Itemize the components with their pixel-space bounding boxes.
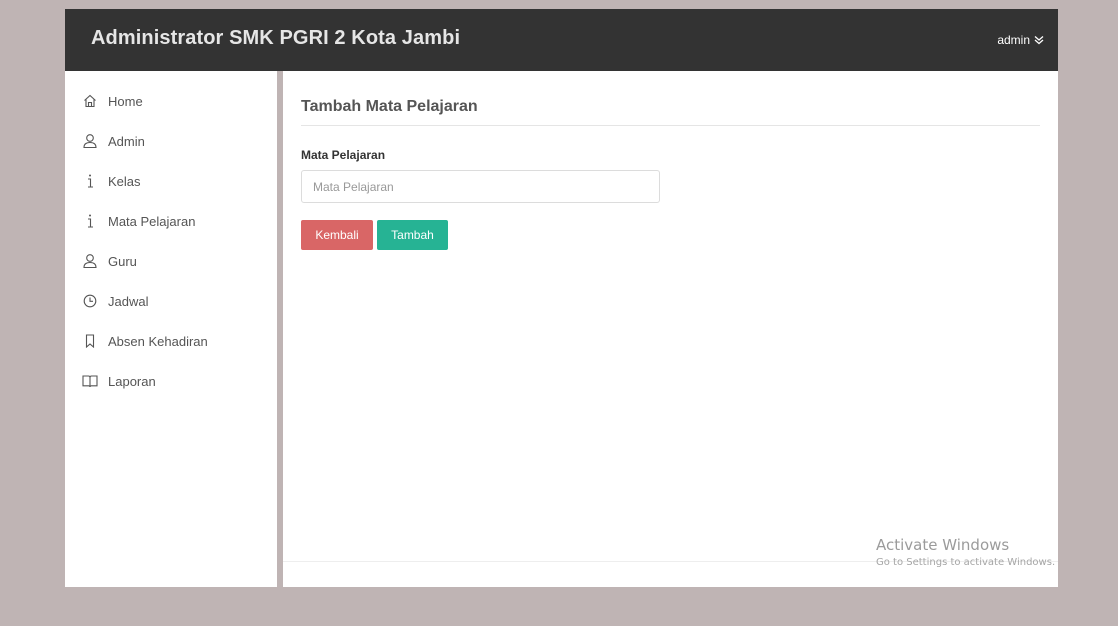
info-icon — [82, 173, 98, 189]
sidebar-item-home[interactable]: Home — [82, 91, 143, 111]
back-button[interactable]: Kembali — [301, 220, 373, 250]
info-icon — [82, 213, 98, 229]
user-menu[interactable]: admin — [997, 33, 1044, 47]
user-icon — [82, 133, 98, 149]
title-divider — [301, 125, 1040, 126]
sidebar-item-laporan[interactable]: Laporan — [82, 371, 156, 391]
sidebar-item-label: Guru — [108, 253, 137, 269]
chevron-double-down-icon — [1034, 35, 1044, 45]
sidebar-item-absen-kehadiran[interactable]: Absen Kehadiran — [82, 331, 208, 351]
user-menu-label: admin — [997, 33, 1030, 47]
sidebar-item-label: Laporan — [108, 373, 156, 389]
app-title: Administrator SMK PGRI 2 Kota Jambi — [91, 27, 461, 49]
sidebar-item-label: Jadwal — [108, 293, 149, 309]
mata-pelajaran-label: Mata Pelajaran — [301, 148, 386, 162]
clock-icon — [82, 293, 98, 309]
home-icon — [82, 93, 98, 109]
sidebar-item-mata-pelajaran[interactable]: Mata Pelajaran — [82, 211, 195, 231]
sidebar: Home Admin Kelas Mata Pelajaran Guru Jad… — [65, 71, 277, 587]
sidebar-item-kelas[interactable]: Kelas — [82, 171, 141, 191]
sidebar-item-label: Absen Kehadiran — [108, 333, 208, 349]
top-navbar: Administrator SMK PGRI 2 Kota Jambi admi… — [65, 9, 1058, 71]
page-title: Tambah Mata Pelajaran — [301, 98, 478, 115]
sidebar-item-guru[interactable]: Guru — [82, 251, 137, 271]
main-content: Tambah Mata Pelajaran Mata Pelajaran Kem… — [283, 71, 1058, 587]
mata-pelajaran-input[interactable] — [301, 170, 660, 203]
sidebar-item-label: Admin — [108, 133, 145, 149]
user-icon — [82, 253, 98, 269]
add-button[interactable]: Tambah — [377, 220, 448, 250]
sidebar-item-label: Home — [108, 93, 143, 109]
sidebar-item-admin[interactable]: Admin — [82, 131, 145, 151]
app-window: Administrator SMK PGRI 2 Kota Jambi admi… — [65, 9, 1058, 587]
sidebar-item-label: Mata Pelajaran — [108, 213, 196, 229]
sidebar-item-label: Kelas — [108, 173, 141, 189]
bookmark-icon — [82, 333, 98, 349]
footer-divider — [283, 561, 1058, 562]
book-icon — [82, 373, 98, 389]
sidebar-item-jadwal[interactable]: Jadwal — [82, 291, 148, 311]
